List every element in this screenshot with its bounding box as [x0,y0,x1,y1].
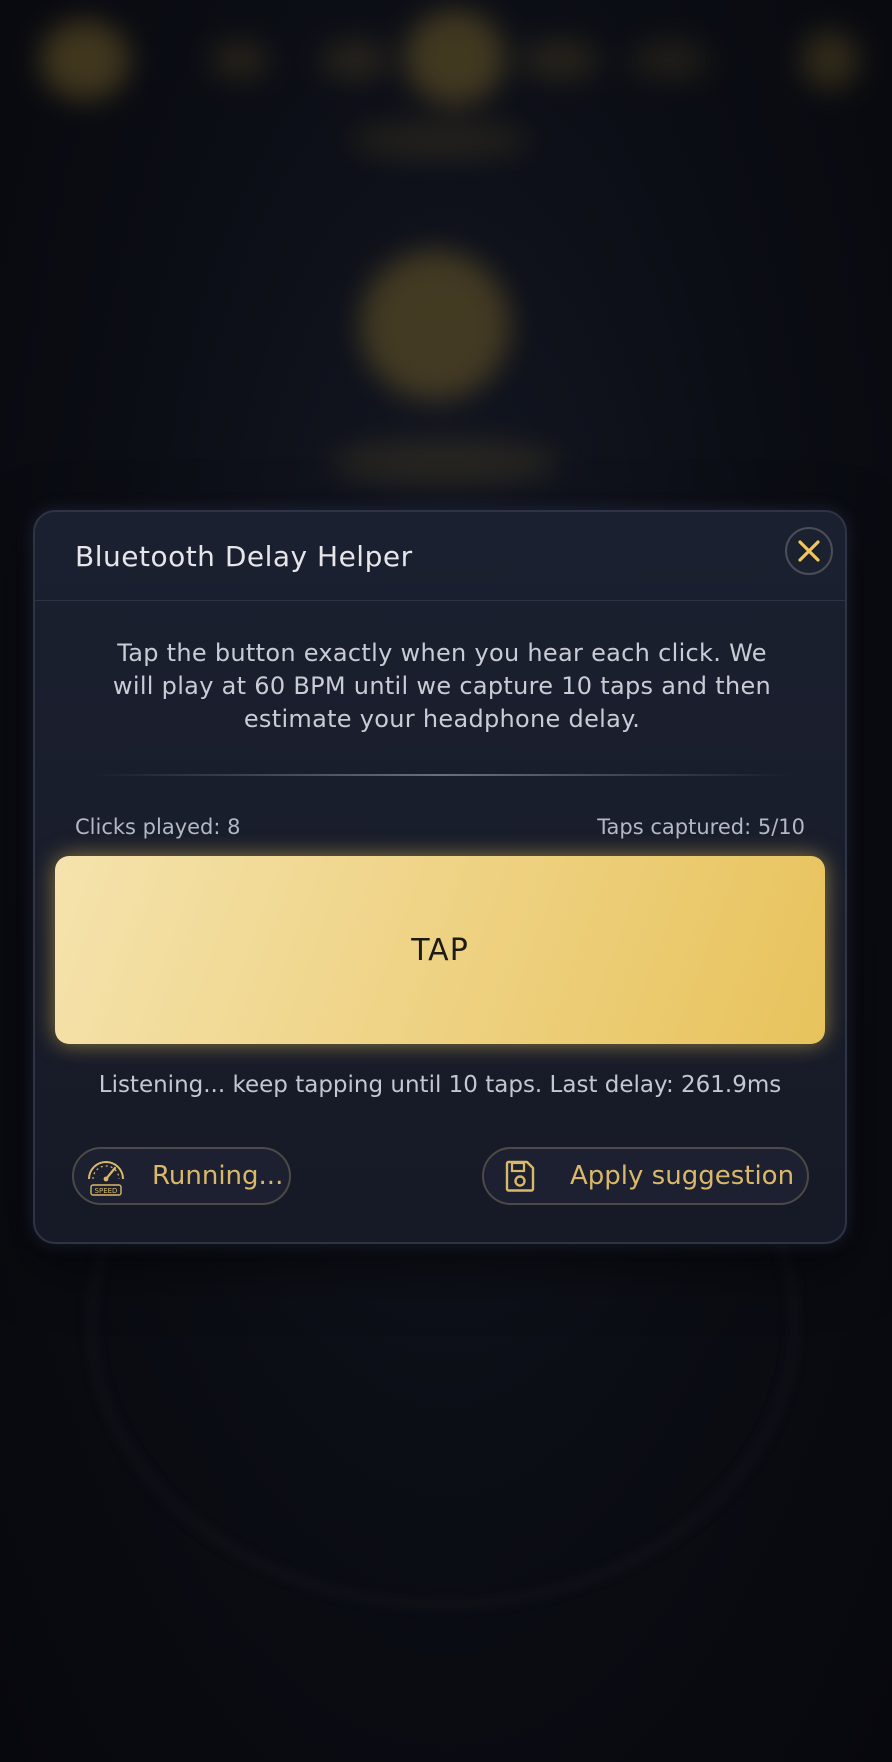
save-icon [496,1152,544,1200]
bluetooth-delay-dialog: Bluetooth Delay Helper Tap the button ex… [33,510,847,1244]
instructions-text: Tap the button exactly when you hear eac… [112,639,772,733]
status-text: Listening... keep tapping until 10 taps.… [98,1072,782,1098]
dialog-title: Bluetooth Delay Helper [75,540,413,573]
app-screen: Bluetooth Delay Helper Tap the button ex… [0,0,892,1762]
close-icon [796,538,822,564]
speedometer-icon: SPEED [82,1152,130,1200]
clicks-played-counter: Clicks played: 8 [75,815,241,839]
running-button[interactable]: SPEED Running... [72,1147,291,1205]
running-button-label: Running... [152,1161,284,1191]
apply-suggestion-label: Apply suggestion [570,1161,795,1191]
tap-button[interactable]: TAP [55,856,825,1044]
dialog-header: Bluetooth Delay Helper [35,512,845,601]
close-button[interactable] [785,527,833,575]
apply-suggestion-button[interactable]: Apply suggestion [482,1147,809,1205]
svg-text:SPEED: SPEED [95,1187,118,1195]
taps-captured-counter: Taps captured: 5/10 [597,815,805,839]
divider [92,774,792,776]
